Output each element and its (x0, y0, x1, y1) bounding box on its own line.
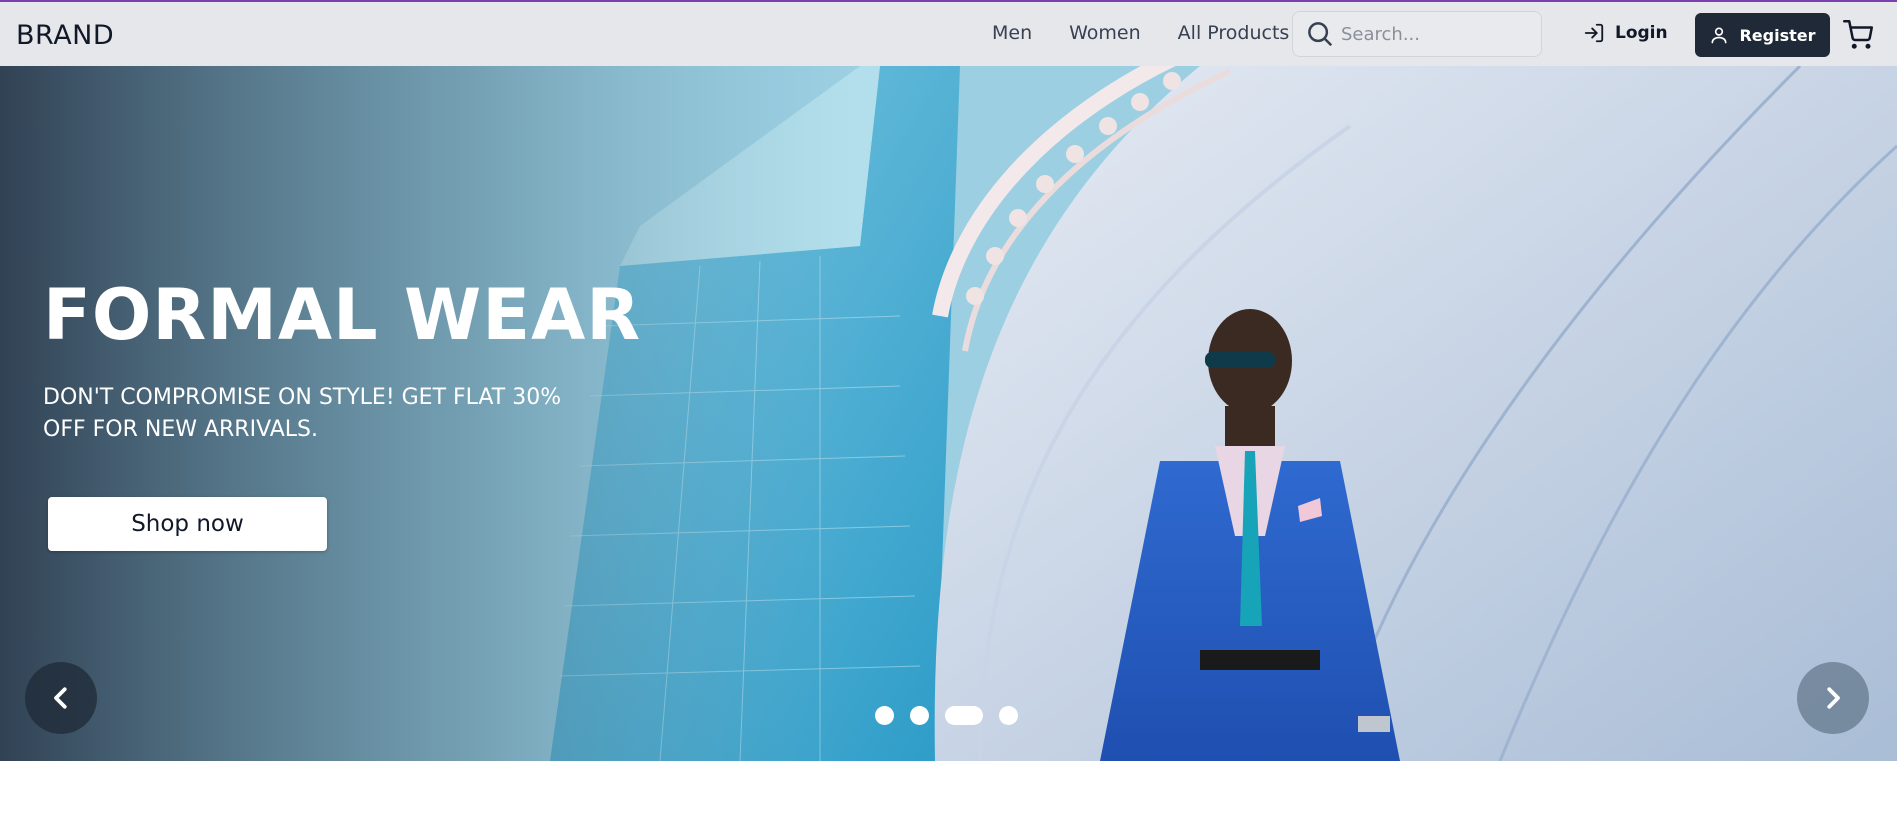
main-nav: Men Women All Products (992, 22, 1326, 44)
site-header: BRAND Men Women All Products Login Regis… (0, 2, 1897, 66)
hero-title: FORMAL WEAR (43, 274, 642, 356)
chevron-left-icon (54, 687, 67, 709)
cart-icon[interactable] (1843, 20, 1873, 50)
user-icon (1711, 27, 1727, 44)
shop-now-button[interactable]: Shop now (48, 497, 327, 551)
hero-carousel: FORMAL WEAR DON'T COMPROMISE ON STYLE! G… (0, 66, 1897, 761)
register-button[interactable]: Register (1695, 13, 1830, 57)
login-label: Login (1615, 23, 1668, 43)
nav-item-all-products[interactable]: All Products (1178, 22, 1290, 44)
search-icon (1308, 22, 1333, 47)
brand-logo[interactable]: BRAND (16, 20, 114, 51)
carousel-indicators (875, 706, 1018, 725)
carousel-dot-1[interactable] (875, 706, 894, 725)
carousel-next-button[interactable] (1797, 662, 1869, 734)
chevron-right-icon (1827, 687, 1840, 709)
nav-item-men[interactable]: Men (992, 22, 1032, 44)
hero-subtitle: DON'T COMPROMISE ON STYLE! GET FLAT 30% … (43, 385, 562, 442)
carousel-dot-4[interactable] (999, 706, 1018, 725)
carousel-dot-2[interactable] (910, 706, 929, 725)
login-icon (1584, 23, 1604, 43)
nav-item-women[interactable]: Women (1069, 22, 1141, 44)
carousel-dot-3-active[interactable] (945, 706, 983, 725)
search-input[interactable] (1341, 23, 1531, 45)
search-box[interactable] (1292, 11, 1542, 57)
register-label: Register (1739, 25, 1816, 45)
carousel-prev-button[interactable] (25, 662, 97, 734)
login-button[interactable]: Login (1583, 22, 1668, 44)
